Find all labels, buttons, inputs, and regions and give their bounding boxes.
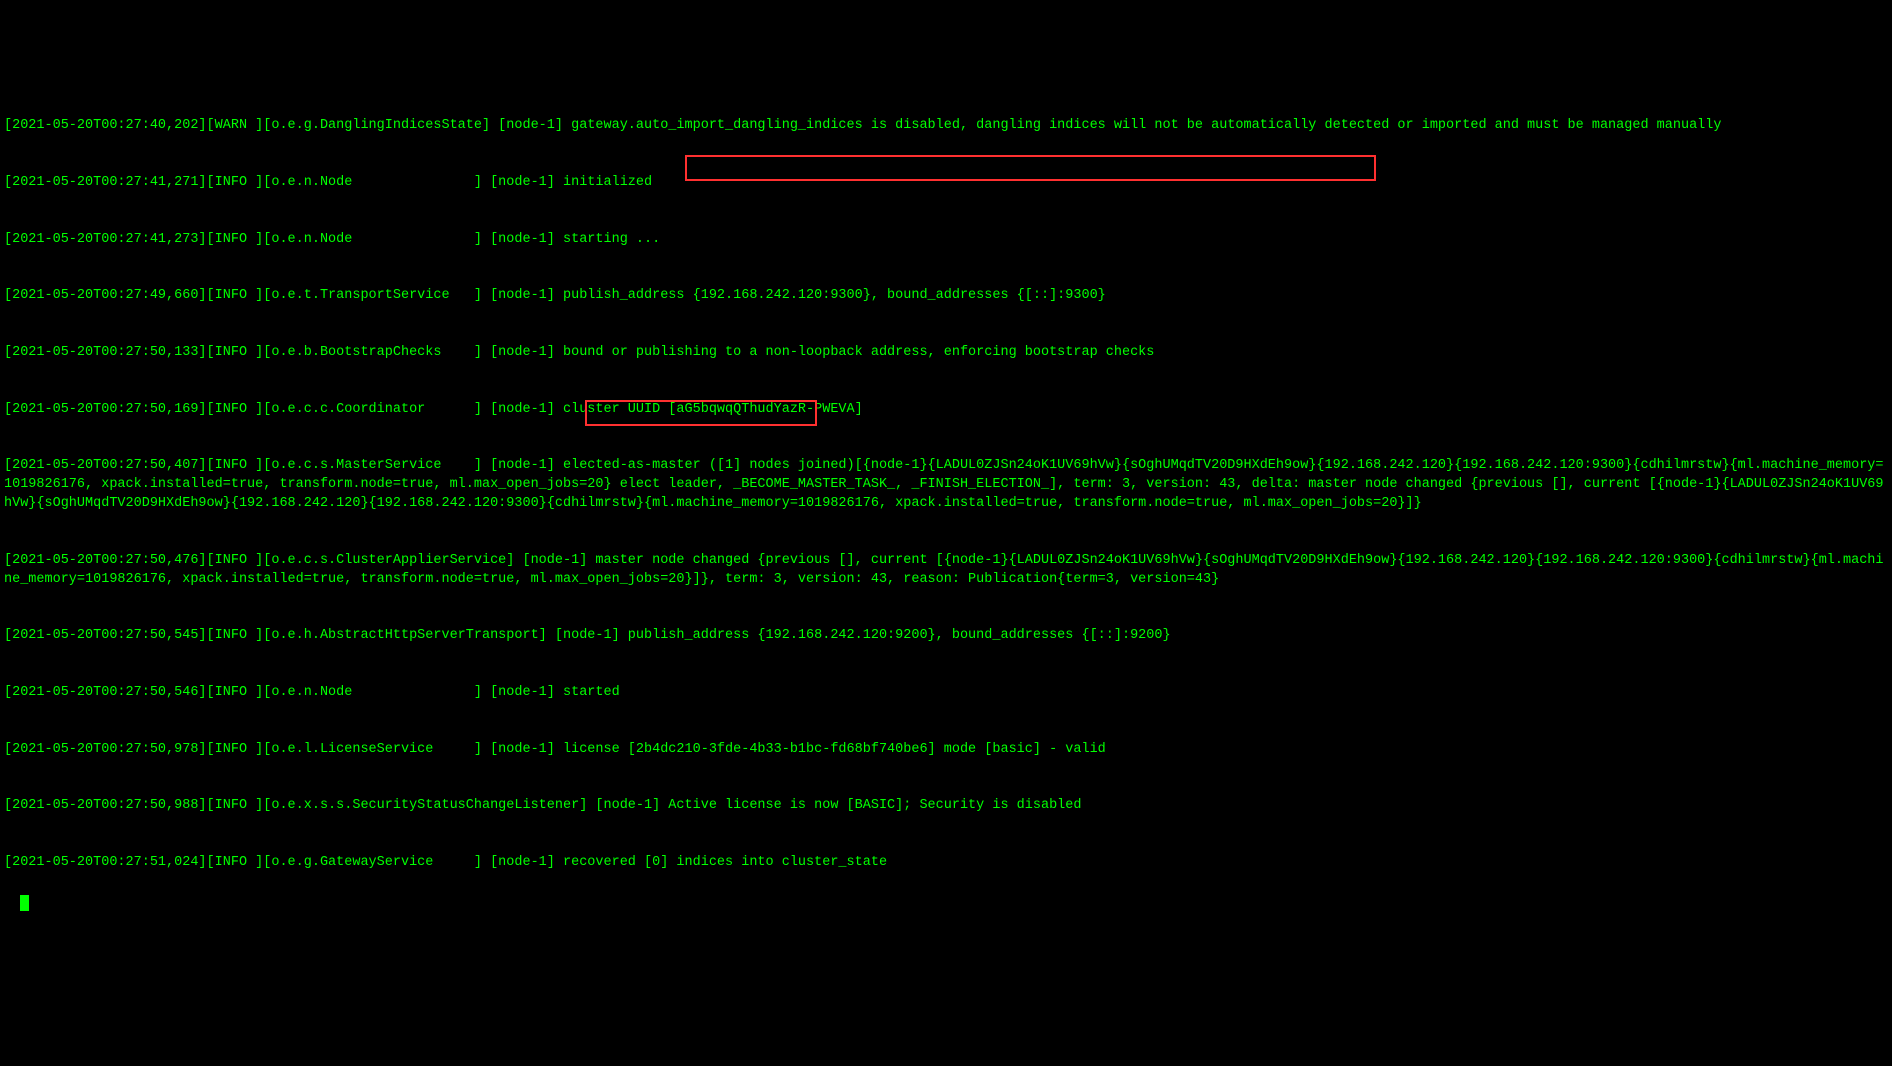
- log-line: [2021-05-20T00:27:40,202][WARN ][o.e.g.D…: [4, 117, 1888, 136]
- log-line: [2021-05-20T00:27:50,988][INFO ][o.e.x.s…: [4, 797, 1888, 816]
- log-line: [2021-05-20T00:27:50,546][INFO ][o.e.n.N…: [4, 684, 1888, 703]
- log-line: [2021-05-20T00:27:49,660][INFO ][o.e.t.T…: [4, 287, 1888, 306]
- log-line: [2021-05-20T00:27:50,169][INFO ][o.e.c.c…: [4, 401, 1888, 420]
- log-line: [2021-05-20T00:27:50,978][INFO ][o.e.l.L…: [4, 741, 1888, 760]
- log-line: [2021-05-20T00:27:41,271][INFO ][o.e.n.N…: [4, 174, 1888, 193]
- log-line: [2021-05-20T00:27:50,476][INFO ][o.e.c.s…: [4, 552, 1888, 590]
- log-line: [2021-05-20T00:27:50,133][INFO ][o.e.b.B…: [4, 344, 1888, 363]
- log-line: [2021-05-20T00:27:51,024][INFO ][o.e.g.G…: [4, 854, 1888, 873]
- terminal-output: [2021-05-20T00:27:40,202][WARN ][o.e.g.D…: [4, 80, 1888, 968]
- log-line: [2021-05-20T00:27:50,545][INFO ][o.e.h.A…: [4, 627, 1888, 646]
- log-line: [2021-05-20T00:27:50,407][INFO ][o.e.c.s…: [4, 457, 1888, 514]
- log-line: [2021-05-20T00:27:41,273][INFO ][o.e.n.N…: [4, 231, 1888, 250]
- terminal-cursor: [20, 895, 29, 911]
